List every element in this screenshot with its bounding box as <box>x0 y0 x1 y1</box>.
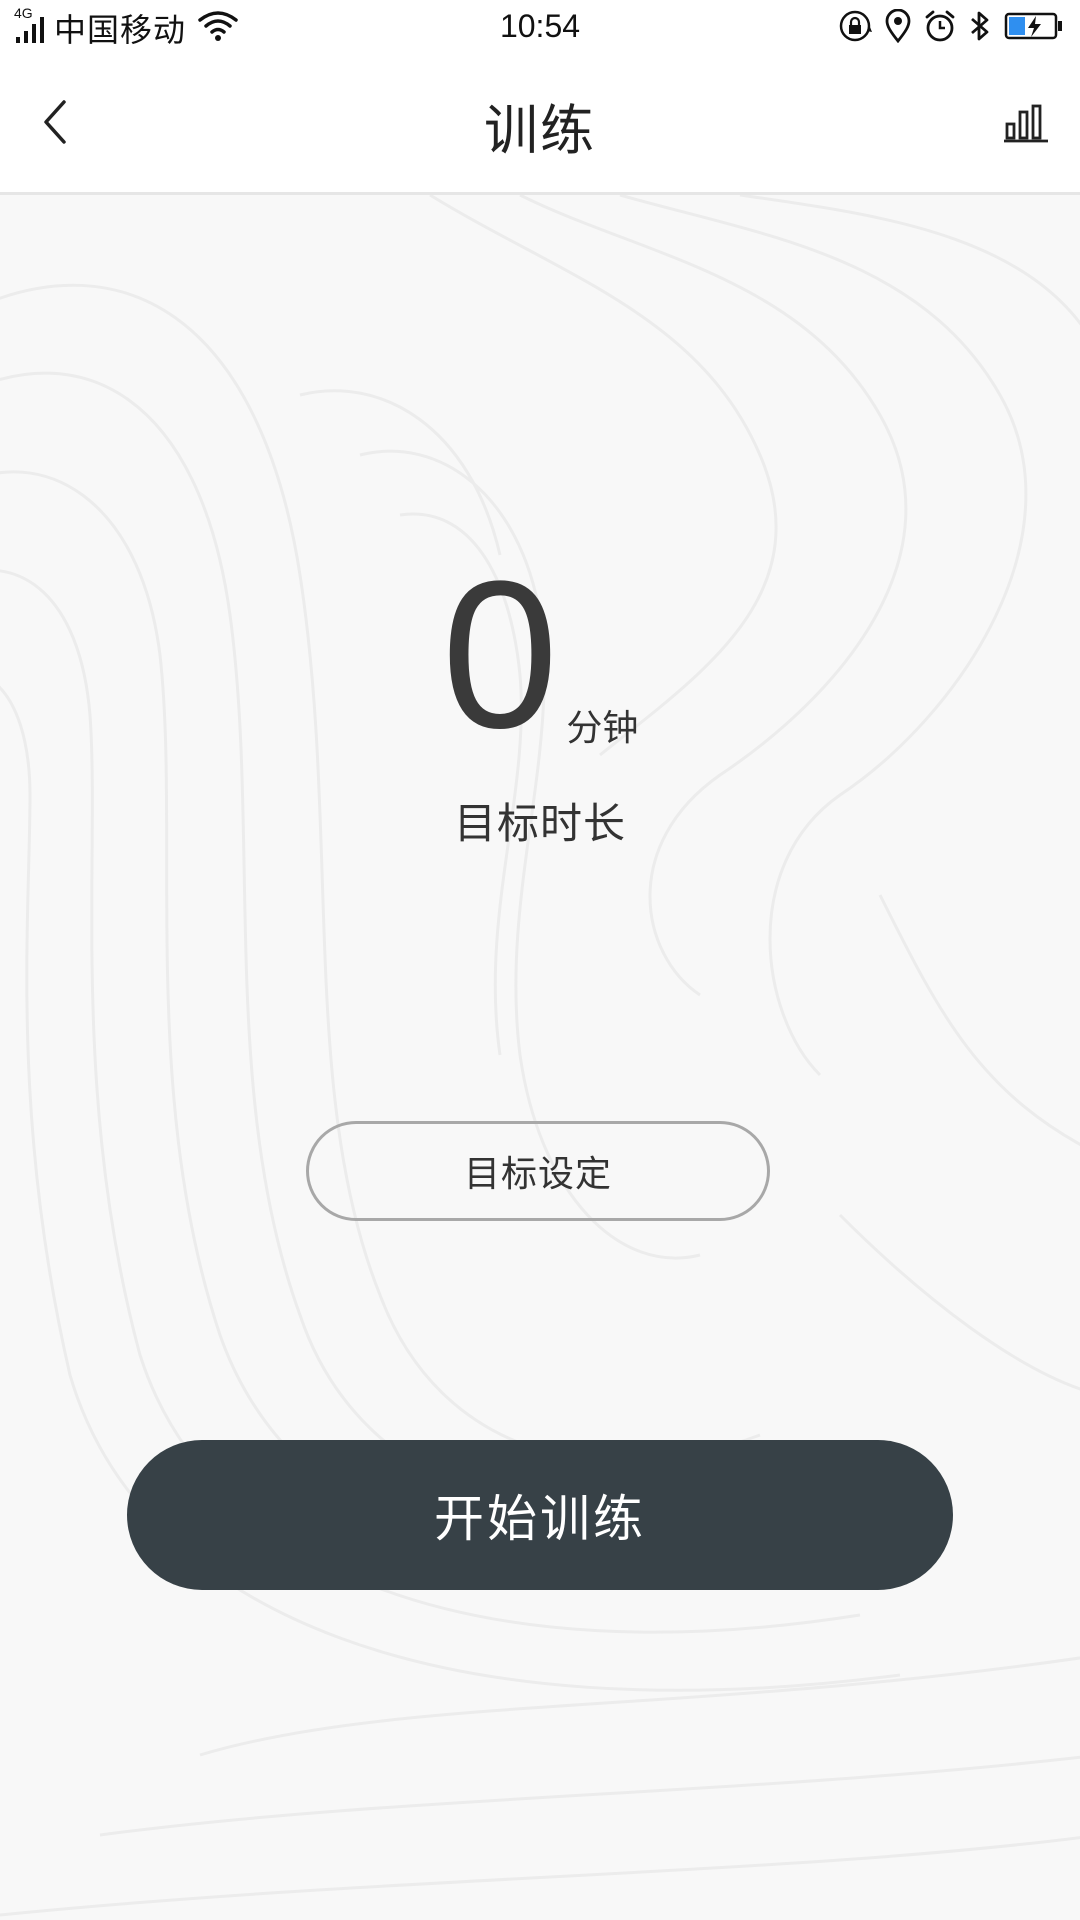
rotation-lock-icon <box>838 9 872 47</box>
location-icon <box>884 8 912 47</box>
alarm-icon <box>924 9 956 47</box>
target-setting-button[interactable]: 目标设定 <box>306 1121 770 1221</box>
page-title: 训练 <box>484 99 596 162</box>
goal-duration: 0 分钟 <box>0 537 1080 772</box>
stats-button[interactable] <box>994 92 1058 156</box>
status-right <box>838 8 1064 48</box>
bluetooth-icon <box>968 9 992 47</box>
goal-duration-label: 目标时长 <box>453 799 626 848</box>
battery-charging-icon <box>1004 9 1064 47</box>
topographic-background <box>0 195 1080 1917</box>
status-bar: 4G 中国移动 10:54 <box>0 0 1080 56</box>
goal-duration-value: 0 <box>441 537 559 772</box>
app-bar: 训练 <box>0 56 1080 195</box>
bar-chart-icon <box>1003 100 1049 148</box>
goal-duration-unit: 分钟 <box>566 708 639 749</box>
start-training-button[interactable]: 开始训练 <box>127 1440 953 1590</box>
